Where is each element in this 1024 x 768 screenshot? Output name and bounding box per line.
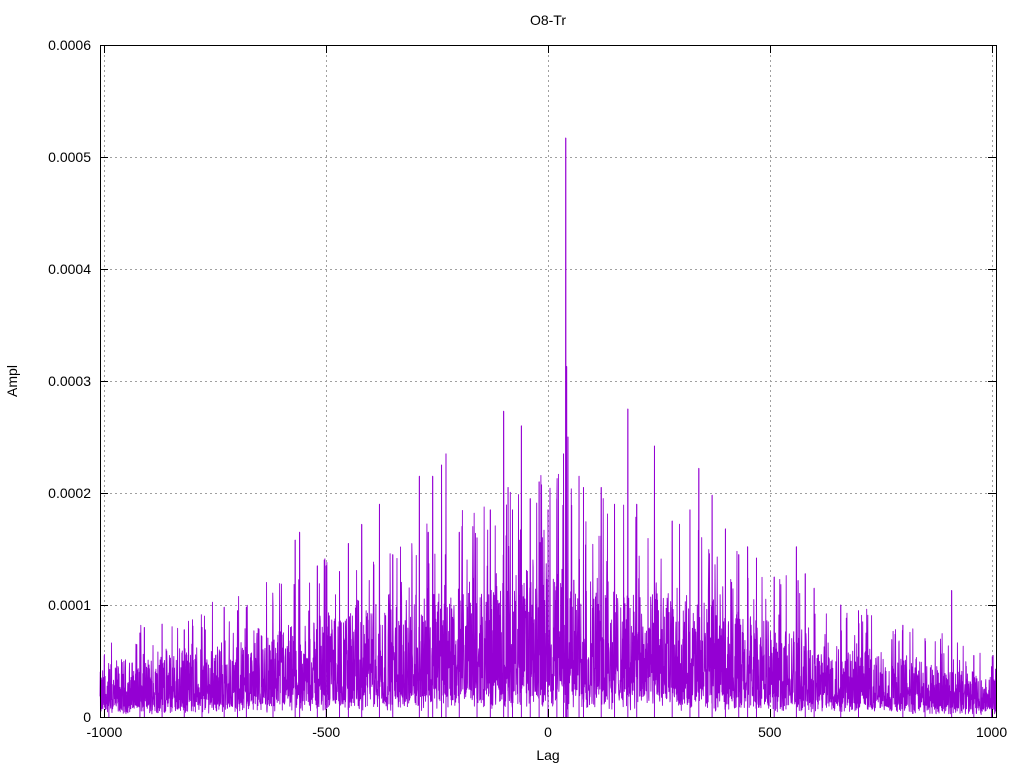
chart-container: -1000 -500 0 500 1000 0 0.0001 0.0002 0.0003 0.00… [0, 0, 1024, 768]
y-tick-label: 0.0003 [48, 373, 91, 389]
y-axis-label: Ampl [4, 365, 20, 397]
y-tick-label: 0.0002 [48, 485, 91, 501]
x-tick-label: 500 [758, 724, 782, 740]
x-axis-label: Lag [536, 747, 559, 763]
correlation-chart: -1000 -500 0 500 1000 0 0.0001 0.0002 0.0003 0.00… [4, 12, 1007, 763]
x-tick-label: 0 [544, 724, 552, 740]
y-tick-label: 0 [83, 709, 91, 725]
x-tick-label: 1000 [976, 724, 1007, 740]
y-tick-label: 0.0004 [48, 261, 91, 277]
data-layer [99, 137, 997, 717]
chart-title: O8-Tr [530, 12, 566, 28]
x-tick-label: -500 [312, 724, 340, 740]
y-tick-label: 0.0005 [48, 149, 91, 165]
y-tick-label: 0.0006 [48, 37, 91, 53]
y-tick-label: 0.0001 [48, 597, 91, 613]
x-tick-label: -1000 [87, 724, 123, 740]
